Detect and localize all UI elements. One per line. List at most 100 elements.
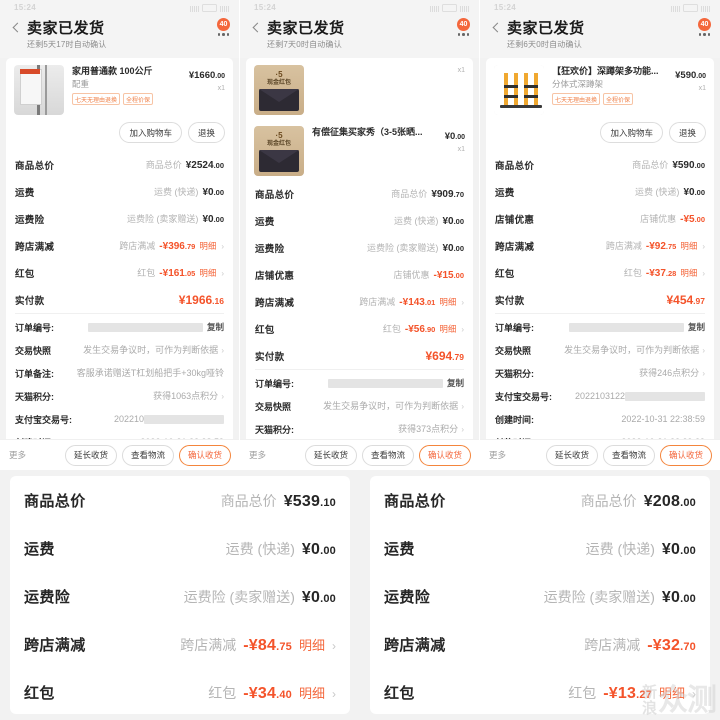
product-tags: 七天无理由退换 全程价保 — [552, 93, 671, 105]
notification-badge[interactable]: 40 — [698, 18, 711, 31]
return-exchange-button[interactable]: 退换 — [668, 122, 706, 143]
fee-sublabel: 商品总价 — [145, 160, 182, 170]
more-button[interactable]: 更多 — [9, 449, 26, 461]
product-tag-2: 全程价保 — [123, 93, 154, 105]
fee-value-block[interactable]: 红包 -¥56.90 明细 › — [383, 322, 464, 335]
copy-button[interactable]: 复制 — [688, 321, 705, 333]
fee-amount-cents: .70 — [453, 190, 464, 199]
extend-receipt-button[interactable]: 延长收货 — [64, 444, 117, 466]
fee-value-block[interactable]: 红包 -¥37.28 明细 › — [624, 266, 705, 279]
fee-label: 运费险 — [255, 243, 285, 255]
fee-detail-link[interactable]: 明细 — [439, 296, 456, 308]
bottom-action-bar: 更多 延长收货 查看物流 确认收货 — [240, 439, 479, 470]
view-logistics-button[interactable]: 查看物流 — [602, 444, 655, 466]
fee-amount: ¥0.00 — [301, 540, 336, 558]
fee-value-block: ¥694.79 — [425, 349, 464, 363]
fee-detail-link[interactable]: 明细 — [299, 635, 325, 654]
status-bar: 15:24 — [0, 0, 239, 12]
product-row[interactable]: ·5 现金红包 有偿征集买家秀（3-5张晒... ¥0.00 x1 — [246, 119, 473, 180]
fee-value-block: 商品总价 ¥208.00 — [581, 491, 696, 511]
notification-badge[interactable]: 40 — [457, 18, 470, 31]
fee-value-block[interactable]: 红包 -¥161.05 明细 › — [137, 266, 224, 279]
fee-amount: ¥0.00 — [683, 187, 705, 198]
order-info-row[interactable]: 交易快照 发生交易争议时，可作为判断依据 › — [255, 395, 464, 418]
fee-value-block[interactable]: 跨店满减 -¥143.01 明细 › — [359, 295, 464, 308]
fee-detail-link[interactable]: 明细 — [680, 240, 697, 252]
add-to-cart-button[interactable]: 加入购物车 — [600, 122, 663, 143]
more-button[interactable]: 更多 — [249, 449, 266, 461]
fee-amount: -¥92.75 — [645, 241, 677, 252]
order-info-row[interactable]: 交易快照 发生交易争议时，可作为判断依据 › — [495, 339, 705, 362]
artwork-red-envelope: ·5 现金红包 — [254, 65, 304, 115]
order-info-value: 获得373点积分 › — [398, 424, 464, 434]
order-info-row[interactable]: 天猫积分: 获得246点积分 › — [495, 362, 705, 385]
fee-label: 运费 — [255, 216, 275, 228]
extend-receipt-button[interactable]: 延长收货 — [545, 444, 598, 466]
more-dots-icon[interactable] — [217, 33, 230, 36]
fee-value-block[interactable]: 跨店满减 -¥396.79 明细 › — [119, 239, 224, 252]
fee-detail-link[interactable]: 明细 — [439, 323, 456, 335]
chevron-right-icon: › — [702, 242, 705, 251]
copy-button[interactable]: 复制 — [207, 321, 224, 333]
confirm-receipt-button[interactable]: 确认收货 — [178, 444, 231, 466]
order-info-row[interactable]: 天猫积分: 获得373点积分 › — [255, 418, 464, 441]
extend-receipt-button[interactable]: 延长收货 — [304, 444, 357, 466]
fee-detail-link[interactable]: 明细 — [199, 240, 216, 252]
fee-detail-link[interactable]: 明细 — [299, 683, 325, 702]
confirm-receipt-button[interactable]: 确认收货 — [659, 444, 712, 466]
order-info-row[interactable]: 交易快照 发生交易争议时，可作为判断依据 › — [15, 339, 224, 362]
fee-list: 商品总价 商品总价 ¥590.00 运费 运费 (快递) ¥0.00 店铺优惠 店铺优惠 -¥5… — [486, 151, 714, 313]
fee-detail-link[interactable]: 明细 — [659, 683, 685, 702]
back-icon[interactable] — [490, 22, 502, 34]
order-info-value: 获得1063点积分 › — [153, 391, 224, 401]
fee-label: 运费 — [15, 187, 35, 199]
product-tag-1: 七天无理由退换 — [552, 93, 601, 105]
fee-value-block[interactable]: 红包 -¥13.27 明细 › — [568, 683, 696, 703]
view-logistics-button[interactable]: 查看物流 — [361, 444, 414, 466]
fee-label: 运费 — [24, 541, 55, 558]
add-to-cart-button[interactable]: 加入购物车 — [119, 122, 182, 143]
fee-label: 商品总价 — [24, 493, 86, 510]
copy-button[interactable]: 复制 — [447, 377, 464, 389]
fee-amount-cents: .97 — [693, 295, 705, 306]
nav-bar: 卖家已发货 还剩7天0时自动确认 40 — [240, 12, 479, 58]
more-dots-icon[interactable] — [457, 33, 470, 36]
notification-badge[interactable]: 40 — [217, 18, 230, 31]
back-icon[interactable] — [10, 22, 22, 34]
fee-amount-cents: .16 — [212, 295, 224, 306]
product-row[interactable]: 【狂欢价】深蹲架多功能... 分体式深蹲架 七天无理由退换 全程价保 ¥590.00 x1 — [486, 58, 714, 119]
order-info-value: 发生交易争议时，可作为判断依据 › — [564, 345, 705, 355]
order-info-row[interactable]: 天猫积分: 获得1063点积分 › — [15, 385, 224, 408]
back-icon[interactable] — [250, 22, 262, 34]
fee-value-block[interactable]: 跨店满减 -¥92.75 明细 › — [606, 239, 705, 252]
product-tags: 七天无理由退换 全程价保 — [72, 93, 185, 105]
fee-value-block: 运费 (快递) ¥0.00 — [226, 539, 336, 559]
fee-detail-link[interactable]: 明细 — [680, 267, 697, 279]
chevron-right-icon: › — [700, 346, 705, 355]
product-row[interactable]: 家用普通款 100公斤 配重 七天无理由退换 全程价保 ¥1660.00 x1 — [6, 58, 233, 119]
fee-value-block[interactable]: 红包 -¥34.40 明细 › — [208, 683, 336, 703]
fee-row: 运费 运费 (快递) ¥0.00 — [495, 178, 705, 205]
view-logistics-button[interactable]: 查看物流 — [121, 444, 174, 466]
nav-bar: 卖家已发货 还剩6天0时自动确认 40 — [480, 12, 720, 58]
fee-label: 跨店满减 — [15, 241, 55, 253]
return-exchange-button[interactable]: 退换 — [187, 122, 225, 143]
status-time: 15:24 — [14, 3, 36, 12]
more-button[interactable]: 更多 — [489, 449, 506, 461]
fee-value-block[interactable]: 跨店满减 -¥84.75 明细 › — [180, 635, 336, 655]
fee-row: 运费 运费 (快递) ¥0.00 — [255, 207, 464, 234]
product-row[interactable]: ·5 现金红包 x1 — [246, 58, 473, 119]
fee-amount-cents: .00 — [694, 161, 705, 170]
fee-value-block: 店铺优惠 -¥15.00 — [394, 268, 464, 281]
chevron-right-icon: › — [461, 325, 464, 334]
more-dots-icon[interactable] — [698, 33, 711, 36]
confirm-receipt-button[interactable]: 确认收货 — [418, 444, 471, 466]
fee-detail-link[interactable]: 明细 — [199, 267, 216, 279]
fee-label: 红包 — [255, 324, 275, 336]
fee-sublabel: 运费 (快递) — [225, 540, 295, 557]
fee-row: 红包 红包 -¥34.40 明细 › — [24, 668, 336, 714]
fee-row: 跨店满减 跨店满减 -¥396.79 明细 › — [15, 232, 224, 259]
battery-icon — [202, 4, 217, 12]
fee-amount-cents: .90 — [424, 325, 436, 334]
order-info-row: 支付宝交易号: 202210 — [15, 408, 224, 431]
